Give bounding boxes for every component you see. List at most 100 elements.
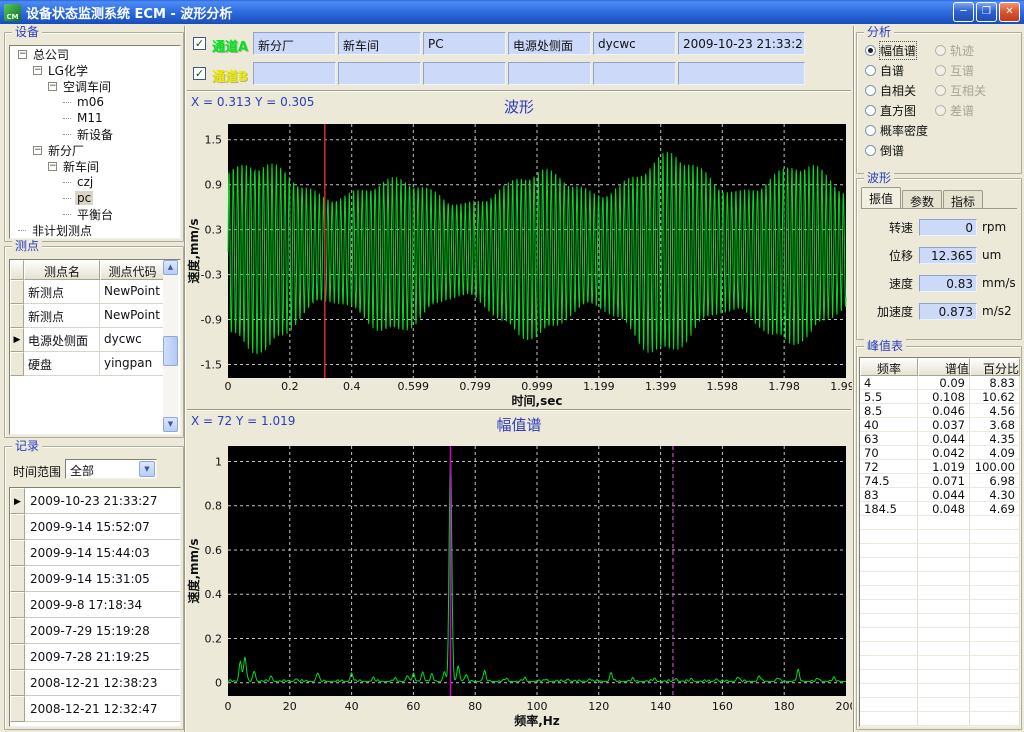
peaks-empty-row bbox=[860, 600, 1020, 614]
channel-field[interactable]: PC bbox=[423, 32, 506, 55]
analysis-option[interactable]: 直方图 bbox=[865, 103, 916, 117]
tree-node[interactable]: M11 bbox=[10, 110, 180, 126]
peaks-row[interactable]: 5.50.10810.62 bbox=[860, 390, 1020, 404]
tree-node[interactable]: 非计划测点 bbox=[10, 222, 180, 238]
tree-node[interactable]: czj bbox=[10, 174, 180, 190]
analysis-option[interactable]: 倒谱 bbox=[865, 143, 904, 157]
channel-a-row: ✓通道A新分厂新车间PC电源处侧面dycwc2009-10-23 21:33:2… bbox=[186, 30, 852, 59]
tree-node[interactable]: 平衡台 bbox=[10, 206, 180, 222]
tree-node[interactable]: −空调车间 bbox=[10, 78, 180, 94]
channel-field[interactable]: 电源处侧面 bbox=[508, 32, 591, 55]
tree-collapse-icon[interactable]: − bbox=[18, 50, 27, 59]
tree-node[interactable]: pc bbox=[10, 190, 180, 206]
channel-field[interactable]: 2009-10-23 21:33:27 bbox=[678, 32, 805, 55]
points-row[interactable]: 硬盘yingpan bbox=[10, 352, 180, 376]
tree-collapse-icon[interactable]: − bbox=[33, 146, 42, 155]
scrollbar-thumb[interactable] bbox=[163, 336, 178, 366]
tree-node[interactable]: −LG化学 bbox=[10, 62, 180, 78]
peaks-row[interactable]: 8.50.0464.56 bbox=[860, 404, 1020, 418]
analysis-option[interactable]: 自相关 bbox=[865, 83, 916, 97]
record-row[interactable]: 2009-7-28 21:19:25 bbox=[10, 644, 180, 670]
channel-field[interactable] bbox=[508, 62, 591, 85]
channel-field[interactable] bbox=[593, 62, 676, 85]
peaks-empty-cell bbox=[860, 600, 918, 614]
channel-field[interactable] bbox=[423, 62, 506, 85]
record-row[interactable]: 2008-12-21 12:38:23 bbox=[10, 670, 180, 696]
channel-field[interactable]: 新分厂 bbox=[253, 32, 336, 55]
peaks-empty-cell bbox=[860, 530, 918, 544]
channel-field[interactable]: 新车间 bbox=[338, 32, 421, 55]
field-value[interactable]: 0.83 bbox=[919, 275, 977, 292]
peaks-empty-cell bbox=[860, 670, 918, 684]
channel-field[interactable] bbox=[338, 62, 421, 85]
close-button[interactable]: ✕ bbox=[999, 2, 1020, 22]
record-marker-cell: ▶ bbox=[10, 488, 25, 514]
peaks-row[interactable]: 40.098.83 bbox=[860, 376, 1020, 390]
scroll-up-icon[interactable]: ▲ bbox=[163, 260, 178, 275]
title-bar[interactable]: CM 设备状态监测系统 ECM - 波形分析 ─ ❐ ✕ bbox=[0, 0, 1024, 24]
points-row[interactable]: 新测点NewPoint bbox=[10, 304, 180, 328]
record-row[interactable]: 2009-9-14 15:31:05 bbox=[10, 566, 180, 592]
tree-node[interactable]: m06 bbox=[10, 94, 180, 110]
dropdown-arrow-icon[interactable]: ▼ bbox=[139, 461, 155, 477]
points-row[interactable]: 新测点NewPoint bbox=[10, 280, 180, 304]
record-row[interactable]: ▶2009-10-23 21:33:27 bbox=[10, 488, 180, 514]
channel-field[interactable]: dycwc bbox=[593, 32, 676, 55]
records-group-label: 记录 bbox=[12, 439, 42, 453]
field-value[interactable]: 12.365 bbox=[919, 247, 977, 264]
points-row[interactable]: ▶电源处侧面dycwc bbox=[10, 328, 180, 352]
record-row[interactable]: 2009-9-8 17:18:34 bbox=[10, 592, 180, 618]
points-scrollbar[interactable]: ▲ ▼ bbox=[163, 260, 178, 432]
scroll-down-icon[interactable]: ▼ bbox=[163, 417, 178, 432]
peaks-row[interactable]: 830.0444.30 bbox=[860, 488, 1020, 502]
points-cell-code: NewPoint bbox=[100, 304, 165, 328]
channel-checkbox[interactable]: ✓ bbox=[193, 67, 206, 80]
peaks-row[interactable]: 400.0373.68 bbox=[860, 418, 1020, 432]
analysis-option[interactable]: 幅值谱 bbox=[865, 43, 916, 57]
peaks-row[interactable]: 721.019100.00 bbox=[860, 460, 1020, 474]
analysis-option-label: 差谱 bbox=[950, 102, 974, 119]
tab[interactable]: 指标 bbox=[943, 190, 983, 208]
peaks-row[interactable]: 184.50.0484.69 bbox=[860, 502, 1020, 516]
record-row[interactable]: 2009-9-14 15:44:03 bbox=[10, 540, 180, 566]
waveform-field-row: 加速度0.873m/s2 bbox=[865, 297, 1015, 325]
tree-collapse-icon[interactable]: − bbox=[48, 82, 57, 91]
peaks-row[interactable]: 630.0444.35 bbox=[860, 432, 1020, 446]
minimize-button[interactable]: ─ bbox=[953, 2, 974, 22]
tree-node[interactable]: −新车间 bbox=[10, 158, 180, 174]
analysis-option: 差谱 bbox=[935, 103, 974, 117]
tree-collapse-icon[interactable]: − bbox=[33, 66, 42, 75]
restore-button[interactable]: ❐ bbox=[976, 2, 997, 22]
tree-node[interactable]: −总公司 bbox=[10, 46, 180, 62]
analysis-option[interactable]: 概率密度 bbox=[865, 123, 928, 137]
peaks-empty-cell bbox=[918, 572, 970, 586]
peaks-empty-cell bbox=[970, 670, 1020, 684]
time-range-select[interactable]: 全部 ▼ bbox=[65, 459, 157, 479]
analysis-option[interactable]: 自谱 bbox=[865, 63, 904, 77]
tab[interactable]: 参数 bbox=[902, 190, 942, 208]
channel-checkbox[interactable]: ✓ bbox=[193, 37, 206, 50]
record-row[interactable]: 2009-7-29 15:19:28 bbox=[10, 618, 180, 644]
x-tick-label: 0 bbox=[225, 380, 232, 393]
tree-node[interactable]: 新设备 bbox=[10, 126, 180, 142]
device-tree[interactable]: −总公司−LG化学−空调车间m06M11新设备−新分厂−新车间czjpc平衡台非… bbox=[9, 45, 181, 239]
tree-node[interactable]: −新分厂 bbox=[10, 142, 180, 158]
peaks-row[interactable]: 700.0424.09 bbox=[860, 446, 1020, 460]
channel-divider bbox=[187, 90, 851, 92]
channel-field[interactable] bbox=[678, 62, 805, 85]
x-tick-label: 0.999 bbox=[521, 380, 553, 393]
analysis-option-label: 互谱 bbox=[950, 62, 974, 79]
field-value[interactable]: 0 bbox=[919, 219, 977, 236]
peaks-cell: 4.69 bbox=[970, 502, 1020, 516]
field-unit: m/s2 bbox=[982, 304, 1012, 318]
record-timestamp: 2009-9-8 17:18:34 bbox=[25, 592, 180, 618]
record-row[interactable]: 2008-12-21 12:32:47 bbox=[10, 696, 180, 722]
tab[interactable]: 振值 bbox=[861, 187, 901, 208]
peaks-row[interactable]: 74.50.0716.98 bbox=[860, 474, 1020, 488]
record-row[interactable]: 2009-9-14 15:52:07 bbox=[10, 514, 180, 540]
channel-field[interactable] bbox=[253, 62, 336, 85]
field-value[interactable]: 0.873 bbox=[919, 303, 977, 320]
record-timestamp: 2009-9-14 15:31:05 bbox=[25, 566, 180, 592]
field-label: 速度 bbox=[865, 275, 913, 292]
tree-collapse-icon[interactable]: − bbox=[48, 162, 57, 171]
